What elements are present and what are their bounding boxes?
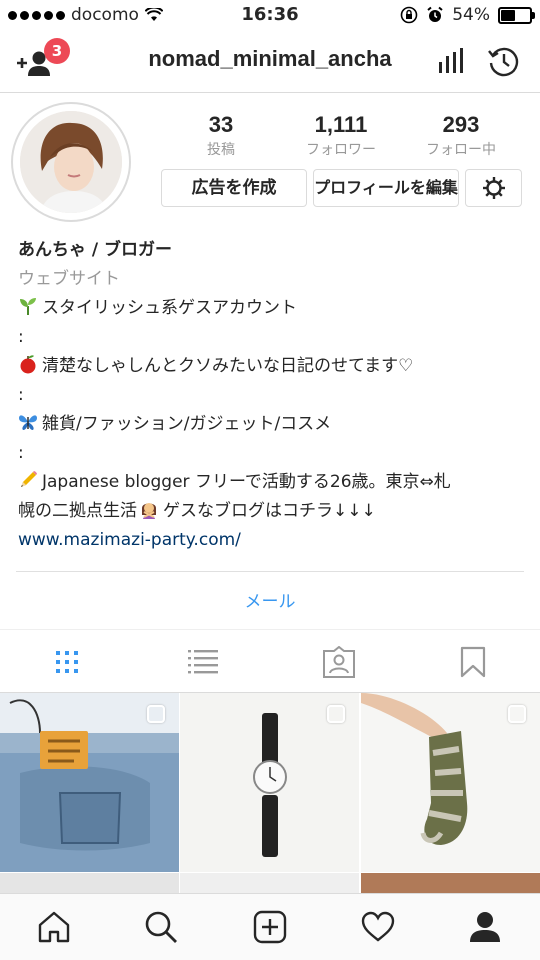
bio-line: スタイリッシュ系ゲスアカウント	[18, 294, 523, 323]
bottom-navigation	[0, 893, 540, 960]
tagged-icon	[323, 645, 355, 678]
post-thumbnail[interactable]	[180, 873, 359, 893]
search-icon	[145, 911, 177, 943]
butterfly-icon	[19, 415, 37, 430]
bio-text: 雑貨/ファッション/ガジェット/コスメ	[42, 414, 332, 434]
history-icon	[488, 47, 519, 77]
heart-icon	[361, 911, 395, 942]
bio-line: 清楚なしゃしんとクソみたいな日記のせてます♡	[18, 352, 523, 381]
person-gesturing-no-icon	[142, 503, 156, 519]
website-link[interactable]: www.mazimazi-party.com/	[18, 526, 523, 555]
settings-button[interactable]	[465, 169, 522, 207]
nav-new-post[interactable]	[253, 910, 287, 944]
bio-line: :	[18, 327, 24, 347]
battery-icon	[498, 6, 535, 24]
status-bar: docomo 16:36 54%	[0, 0, 540, 32]
saved-icon	[460, 646, 486, 678]
tab-saved[interactable]	[459, 646, 491, 678]
stats-icon	[439, 48, 463, 73]
create-ad-button[interactable]: 広告を作成	[161, 169, 307, 207]
bio-text: Japanese blogger フリーで活動する26歳。東京⇔札	[42, 472, 451, 492]
profile-header-bar: 3 nomad_minimal_ancha	[0, 32, 540, 93]
bio-text: ゲスなブログはコチラ↓↓↓	[163, 501, 376, 521]
bio-text: 清楚なしゃしんとクソみたいな日記のせてます♡	[42, 356, 414, 376]
select-checkbox[interactable]	[327, 705, 345, 723]
nav-profile[interactable]	[468, 910, 502, 944]
gear-icon	[482, 177, 505, 199]
bio-text: スタイリッシュ系ゲスアカウント	[42, 298, 297, 318]
status-indicators: 54%	[400, 5, 535, 25]
tab-tagged[interactable]	[322, 645, 355, 678]
home-icon	[38, 911, 70, 943]
add-post-icon	[253, 910, 287, 944]
nav-home[interactable]	[37, 910, 71, 944]
orientation-lock-icon	[400, 6, 418, 24]
followers-count-value: 1,111	[314, 112, 368, 137]
alarm-icon	[427, 6, 443, 22]
post-thumbnail[interactable]	[180, 693, 359, 872]
bio-line: :	[18, 443, 24, 463]
bio-line: 幌の二拠点生活 ゲスなブログはコチラ↓↓↓	[18, 497, 523, 526]
profile-bio: あんちゃ / ブロガー ウェブサイト スタイリッシュ系ゲスアカウント : 清楚な…	[18, 236, 523, 555]
battery-percent: 54%	[452, 5, 490, 25]
following-count-value: 293	[442, 112, 480, 137]
bio-line: Japanese blogger フリーで活動する26歳。東京⇔札	[18, 468, 523, 497]
select-checkbox[interactable]	[508, 705, 526, 723]
bio-line: 雑貨/ファッション/ガジェット/コスメ	[18, 410, 523, 439]
divider	[16, 571, 524, 572]
list-icon	[188, 650, 218, 674]
edit-profile-button[interactable]: プロフィールを編集	[313, 169, 459, 207]
followers-count-label: フォロワー	[306, 142, 376, 158]
seedling-icon	[20, 298, 36, 315]
followers-count[interactable]: 1,111 フォロワー	[286, 112, 396, 159]
bio-line: :	[18, 385, 24, 405]
following-count-label: フォロー中	[426, 142, 496, 158]
pencil-icon	[21, 471, 37, 487]
post-thumbnail[interactable]	[361, 693, 540, 872]
grid-icon	[56, 651, 78, 673]
profile-icon	[470, 912, 500, 942]
apple-icon	[20, 355, 36, 374]
following-count[interactable]: 293 フォロー中	[406, 112, 516, 159]
profile-category: ウェブサイト	[18, 269, 120, 289]
bio-text: 幌の二拠点生活	[18, 501, 137, 521]
tab-list[interactable]	[187, 646, 219, 678]
post-thumbnail[interactable]	[0, 693, 179, 872]
nav-search[interactable]	[144, 910, 178, 944]
posts-count-value: 33	[208, 112, 234, 137]
select-checkbox[interactable]	[147, 705, 165, 723]
nav-activity[interactable]	[361, 910, 395, 944]
email-button[interactable]: メール	[0, 587, 540, 612]
display-name: あんちゃ / ブロガー	[18, 240, 173, 260]
post-thumbnail[interactable]	[361, 873, 540, 893]
avatar-image	[20, 111, 122, 213]
posts-count-label: 投稿	[207, 142, 235, 158]
avatar[interactable]	[11, 102, 131, 222]
tab-grid[interactable]	[51, 646, 83, 678]
profile-tabs	[0, 630, 540, 693]
post-thumbnail[interactable]	[0, 873, 179, 893]
insights-button[interactable]	[438, 48, 464, 78]
posts-count[interactable]: 33 投稿	[166, 112, 276, 159]
archive-button[interactable]	[488, 46, 520, 82]
